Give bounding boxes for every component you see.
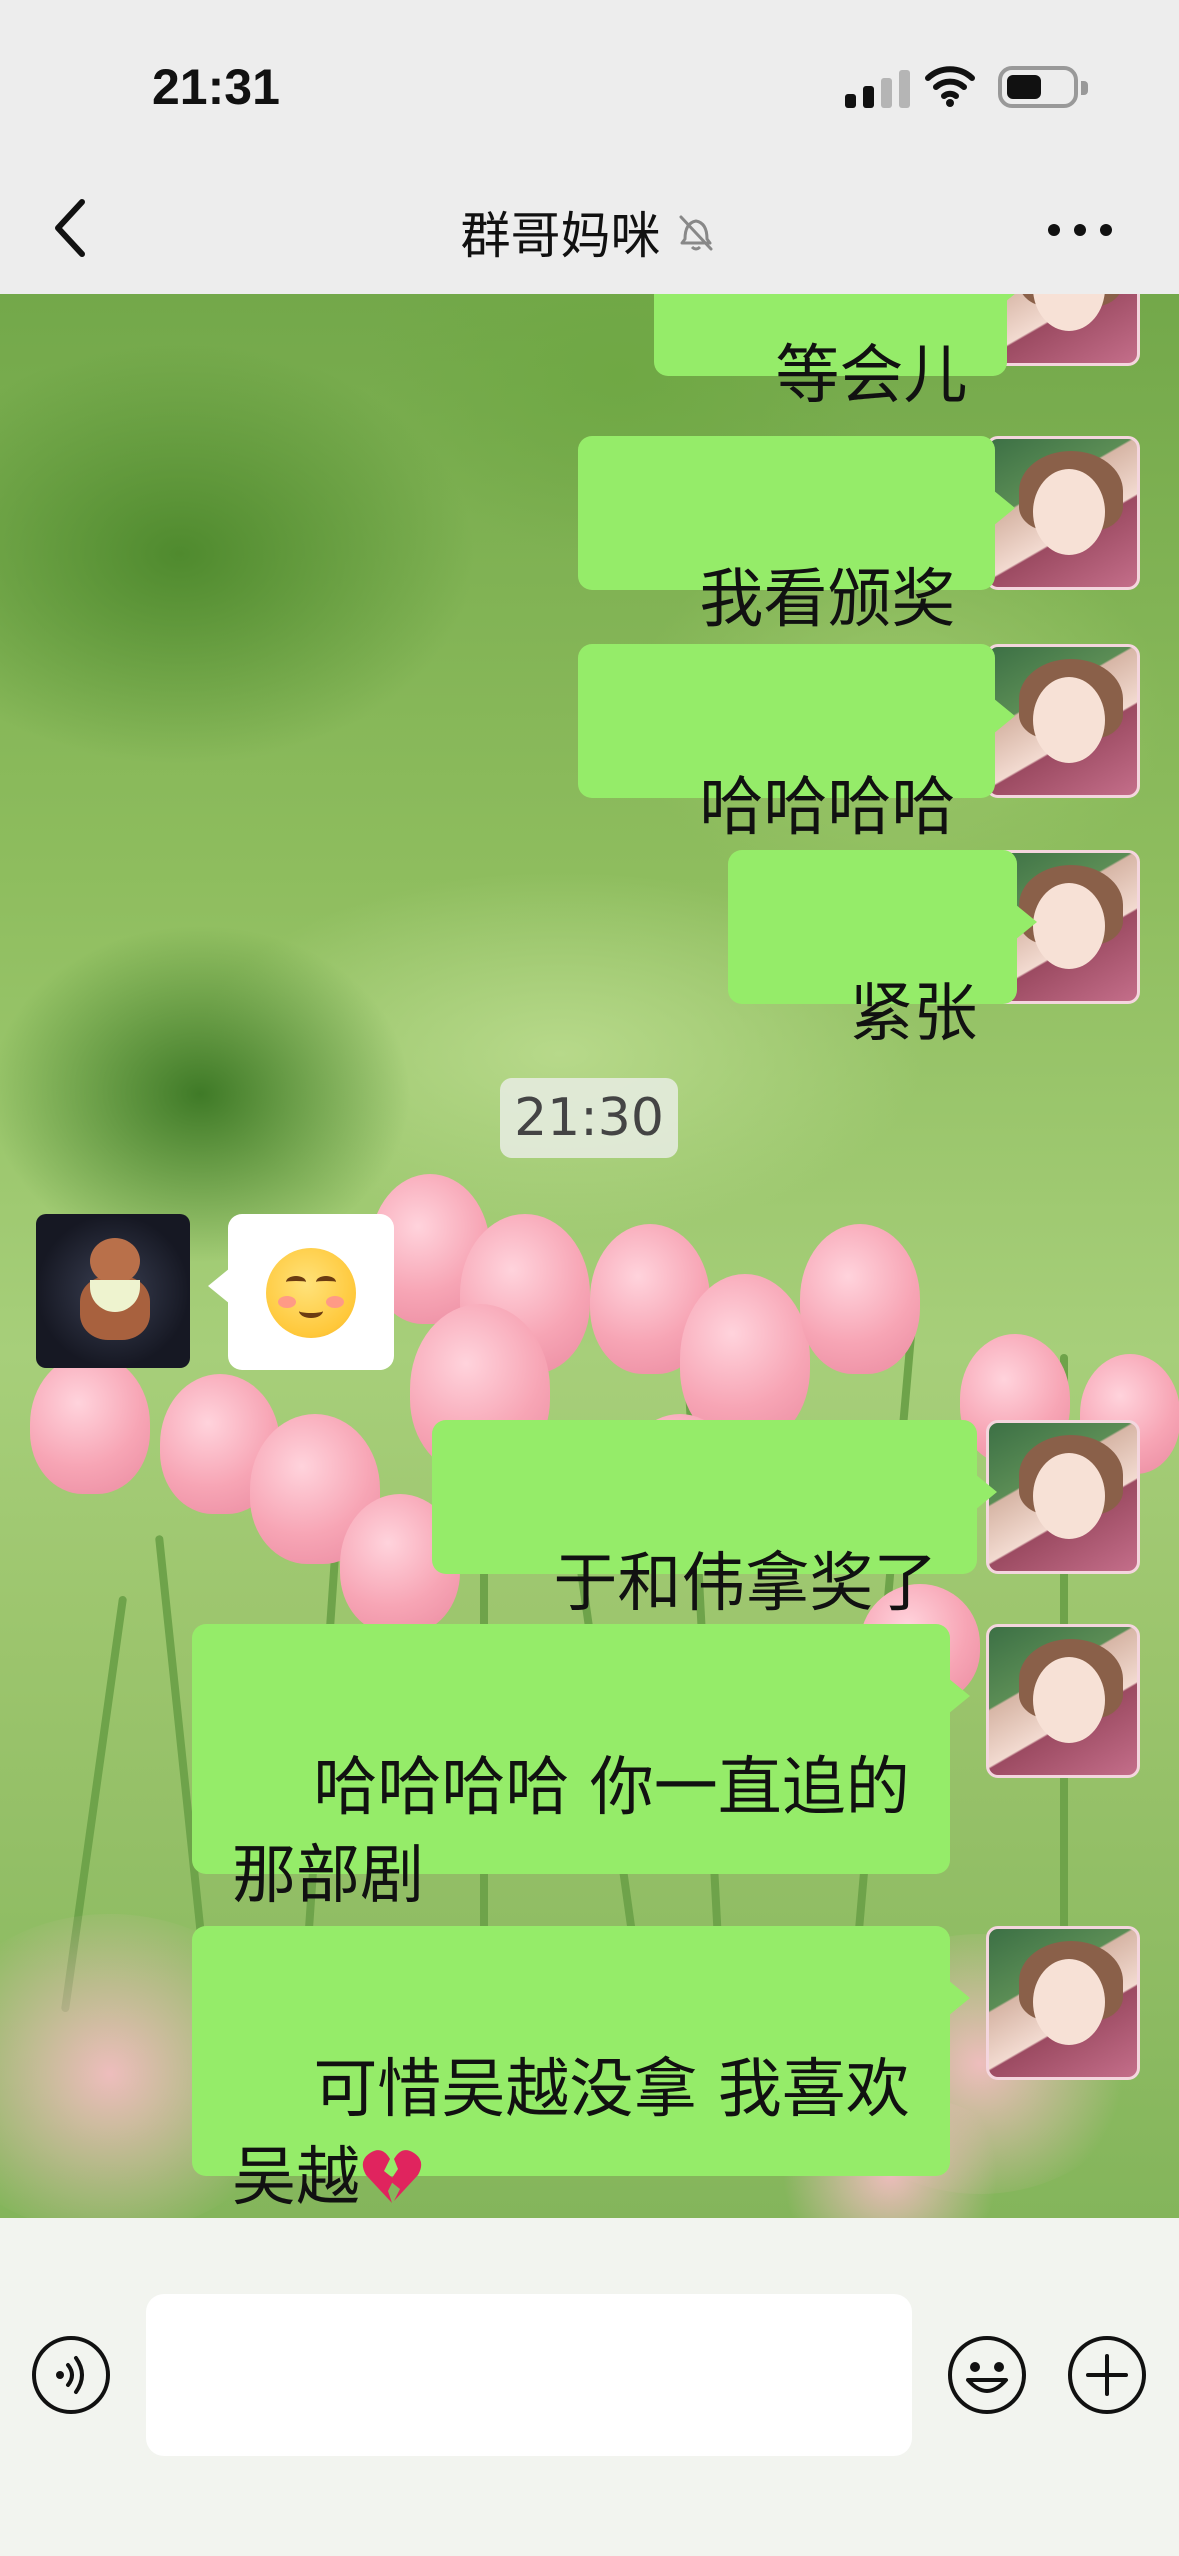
message-bubble[interactable]: 等会儿 — [654, 294, 1028, 413]
bell-slash-icon — [679, 215, 712, 251]
input-bar — [0, 2218, 1179, 2556]
message-bubble[interactable]: 我看颁奖 — [578, 436, 1016, 637]
message-text: 我看颁奖 — [699, 563, 956, 637]
emoji-icon[interactable] — [946, 2334, 1028, 2416]
message-bubble[interactable]: 哈哈哈哈 你一直追的 那部剧 — [192, 1624, 970, 1913]
status-bar: 21:31 — [0, 0, 1179, 170]
broken-heart-icon — [362, 2150, 422, 2203]
my-avatar[interactable] — [986, 294, 1140, 366]
message-bubble[interactable]: 哈哈哈哈 — [578, 644, 1016, 845]
chat-title-group: 群哥妈咪 — [0, 196, 1179, 268]
plus-circle-icon[interactable] — [1066, 2334, 1148, 2416]
more-dots-icon[interactable] — [1048, 210, 1128, 250]
message-text: 哈哈哈哈 你一直追的 那部剧 — [232, 1751, 910, 1913]
my-avatar[interactable] — [986, 1420, 1140, 1574]
chat-timestamp: 21:30 — [500, 1078, 678, 1158]
top-bar: 21:31 群哥妈咪 — [0, 0, 1179, 294]
message-bubble[interactable]: 于和伟拿奖了 — [432, 1420, 998, 1621]
message-bubble[interactable]: 可惜吴越没拿 我喜欢 吴越 — [192, 1926, 970, 2215]
wifi-icon — [925, 66, 975, 107]
my-avatar[interactable] — [986, 1926, 1140, 2080]
message-bubble-incoming[interactable] — [208, 1214, 394, 1370]
battery-icon — [998, 66, 1088, 108]
voice-icon[interactable] — [30, 2334, 112, 2416]
message-text: 哈哈哈哈 — [699, 771, 956, 845]
message-bubble[interactable]: 紧张 — [728, 850, 1038, 1051]
nav-bar: 群哥妈咪 — [0, 170, 1179, 294]
message-text: 等会儿 — [775, 339, 968, 413]
smiling-face-with-blush-icon — [266, 1248, 356, 1338]
message-text: 于和伟拿奖了 — [553, 1547, 938, 1621]
chat-area[interactable]: 等会儿 我看颁奖 哈哈哈哈 紧张 21:30 于和伟拿奖了 哈哈哈哈 你一直追的… — [0, 294, 1179, 2218]
status-time: 21:31 — [152, 59, 280, 115]
contact-avatar[interactable] — [36, 1214, 190, 1368]
my-avatar[interactable] — [986, 1624, 1140, 1778]
chat-title: 群哥妈咪 — [460, 207, 661, 265]
message-input[interactable] — [146, 2294, 912, 2456]
cellular-signal-icon — [845, 68, 910, 108]
message-text: 紧张 — [849, 977, 978, 1051]
